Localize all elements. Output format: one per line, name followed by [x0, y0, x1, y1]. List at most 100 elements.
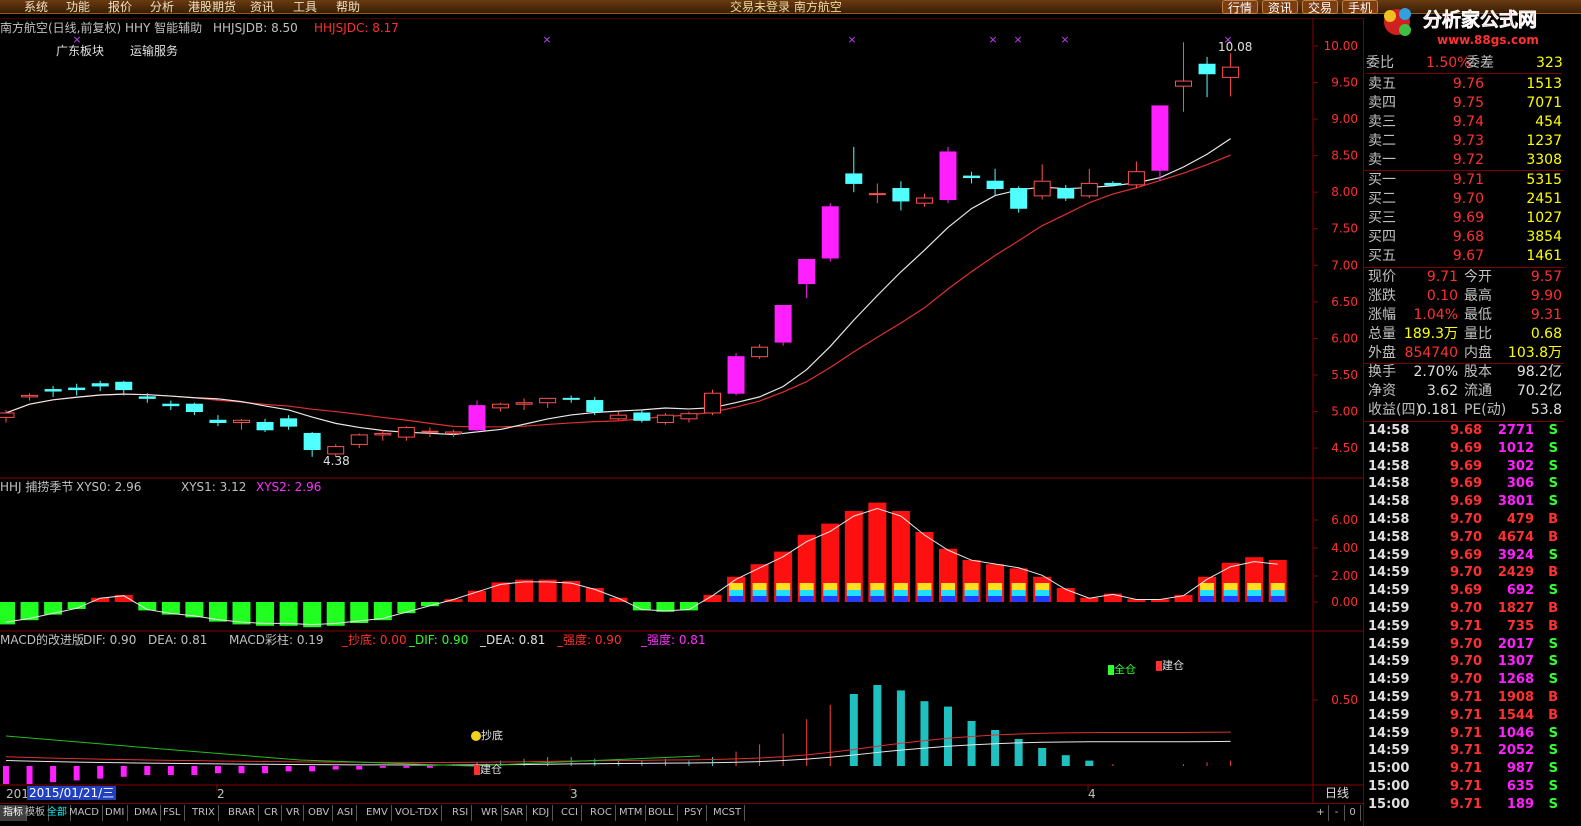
menu-item-7[interactable]: 帮助 — [336, 0, 360, 14]
indicator-tab-sar[interactable]: SAR — [500, 805, 528, 821]
tick-field: 9.71 — [1450, 618, 1483, 634]
top-button-0[interactable]: 行情 — [1222, 0, 1259, 15]
menu-item-1[interactable]: 功能 — [66, 0, 90, 14]
tick-field: 9.69 — [1450, 440, 1483, 456]
xys-tick-label-1: 4.00 — [1331, 541, 1358, 555]
candle — [821, 203, 839, 262]
xys-bar-blue — [1035, 596, 1050, 602]
xys-bar-yellow — [729, 583, 744, 590]
candle-body — [162, 403, 180, 407]
chart-area[interactable]: 10.00 9.50 9.00 8.50 8.00 7.50 7.00 6.50 6.00 5.5… — [0, 18, 1363, 803]
indicator-tab-obv[interactable]: OBV — [305, 805, 334, 821]
sector-tag-guangdong[interactable]: 广东板块 — [56, 44, 104, 58]
indicator-tab-boll[interactable]: BOLL — [645, 805, 678, 821]
indicator-tab-emv[interactable]: EMV — [363, 805, 392, 821]
xys-bar-blue — [1223, 596, 1238, 602]
top-button-1[interactable]: 资讯 — [1262, 0, 1299, 15]
quote-field: 2.70% — [1413, 364, 1458, 380]
menu-item-4[interactable]: 港股期货 — [188, 0, 236, 14]
xys-bar-blue — [776, 596, 791, 602]
price-tick-label-0: 10.00 — [1324, 39, 1358, 53]
dif2-label: _DIF: 0.90 — [409, 633, 469, 647]
candle-body — [704, 392, 721, 414]
candle — [303, 431, 321, 457]
indicator-tab-trix[interactable]: TRIX — [189, 805, 219, 821]
xys-bar-yellow — [1270, 583, 1285, 590]
period-label[interactable]: 日线 — [1325, 786, 1349, 800]
qiangdu-label: _强度: 0.90 — [557, 633, 622, 647]
indicator-tab-roc[interactable]: ROC — [587, 805, 616, 821]
quote-field: 0.10 — [1426, 288, 1458, 304]
indicator-tab-dma[interactable]: DMA — [131, 805, 162, 821]
tick-field: 1908 — [1497, 690, 1534, 705]
tick-field: 14:58 — [1368, 529, 1410, 545]
weibi-field-3: 323 — [1536, 55, 1563, 71]
zoom-btn-1[interactable]: - — [1329, 805, 1345, 821]
zoom-btn-0[interactable]: + — [1313, 805, 1329, 821]
indicator-tab-dmi[interactable]: DMI — [102, 805, 129, 821]
candle-body — [868, 193, 886, 196]
candle-body — [963, 175, 981, 179]
indicator-tab-rsi[interactable]: RSI — [449, 805, 473, 821]
price-tick-label-2: 9.00 — [1331, 112, 1358, 126]
candle-body — [1057, 188, 1075, 199]
tick-field: 14:58 — [1368, 476, 1410, 492]
top-button-2[interactable]: 交易 — [1302, 0, 1339, 15]
indicator-tab-asi[interactable]: ASI — [334, 805, 358, 821]
quote-row-6: 净资 3.62 流通 70.2亿 — [1366, 382, 1562, 401]
candle — [963, 171, 981, 184]
indicator-tab-macd[interactable]: MACD — [66, 805, 103, 821]
macd-bar — [967, 721, 976, 766]
macd-bar — [214, 766, 221, 774]
candle-body — [1033, 180, 1051, 197]
candle — [1010, 186, 1028, 213]
indicator-tab-mcst[interactable]: MCST — [710, 805, 746, 821]
tick-field: 3924 — [1497, 547, 1534, 563]
indicator-tab-kdj[interactable]: KDJ — [529, 805, 554, 821]
candle — [21, 393, 39, 401]
indicator-tab-mtm[interactable]: MTM — [616, 805, 647, 821]
menu-item-5[interactable]: 资讯 — [250, 0, 274, 14]
signal-x-marker: × — [1060, 33, 1069, 46]
indicator-tab-vr[interactable]: VR — [283, 805, 304, 821]
indicator-tab-psy[interactable]: PSY — [681, 805, 707, 821]
ob-price: 9.68 — [1452, 229, 1484, 245]
candle — [397, 426, 415, 441]
candle-body — [986, 180, 1004, 190]
candle — [868, 183, 886, 204]
tick-field: 14:59 — [1368, 725, 1410, 741]
indicator-tab-vol-tdx[interactable]: VOL-TDX — [392, 805, 443, 821]
ob-name: 卖二 — [1368, 133, 1396, 149]
xys-bar-yellow — [776, 583, 791, 590]
menu-item-6[interactable]: 工具 — [293, 0, 317, 14]
quote-row-5: 换手 2.70% 股本 98.2亿 — [1366, 363, 1562, 382]
indicator-tab-cci[interactable]: CCI — [558, 805, 582, 821]
indicator-tab-wr[interactable]: WR — [478, 805, 502, 821]
top-button-3[interactable]: 手机 — [1342, 0, 1379, 15]
tick-row: 14:59 9.71 1046 S — [1366, 725, 1562, 743]
menu-item-3[interactable]: 分析 — [150, 0, 174, 14]
macd-bar — [120, 766, 127, 777]
indicator-tab-fsl[interactable]: FSL — [160, 805, 185, 821]
tick-field: S — [1548, 743, 1558, 759]
menu-item-0[interactable]: 系统 — [24, 0, 48, 14]
tick-field: 14:58 — [1368, 512, 1410, 527]
indicator-tab-brar[interactable]: BRAR — [225, 805, 260, 821]
zoom-btn-2[interactable]: 0 — [1345, 805, 1361, 821]
tick-field: S — [1548, 779, 1558, 794]
quote-field: 涨幅 — [1368, 307, 1396, 323]
menu-item-2[interactable]: 报价 — [108, 0, 132, 14]
tick-row: 14:58 9.70 479 B — [1366, 511, 1562, 529]
indicator-tab-cr[interactable]: CR — [261, 805, 282, 821]
macd-bar — [50, 766, 57, 783]
candle-body — [256, 421, 274, 431]
sector-tag-transport[interactable]: 运输服务 — [130, 44, 178, 58]
tick-field: 14:59 — [1368, 601, 1410, 616]
tick-field: 9.69 — [1450, 547, 1483, 563]
ob-price: 9.69 — [1452, 210, 1484, 226]
candle-body — [774, 305, 792, 343]
macd-bar-label: MACD彩柱: 0.19 — [229, 633, 324, 647]
macd-bar — [26, 766, 33, 784]
candle-body — [138, 396, 156, 399]
tick-field: B — [1548, 529, 1558, 545]
